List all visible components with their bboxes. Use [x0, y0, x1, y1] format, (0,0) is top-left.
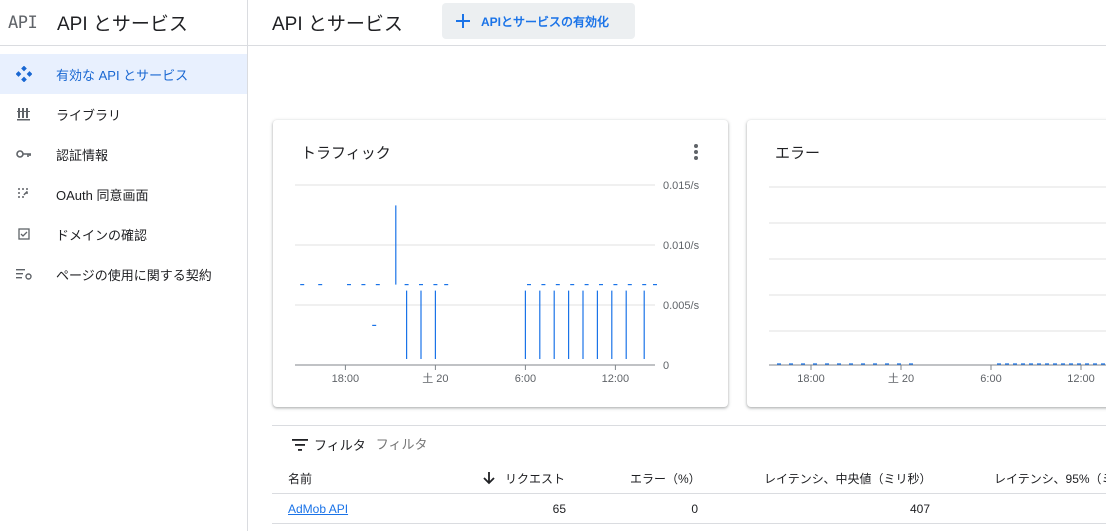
sidebar-item-label: ドメインの確認 — [56, 227, 148, 243]
sidebar-item-page-usage[interactable]: ページの使用に関する契約 — [0, 254, 247, 294]
x-tick-label: 6:00 — [980, 373, 1001, 385]
table-row: AdMob API 65 0 407 — [272, 494, 1106, 524]
x-tick-label: 18:00 — [797, 373, 825, 385]
y-tick-label: 0.010/s — [663, 240, 700, 252]
oauth-consent-icon — [0, 187, 48, 201]
x-tick-label: 12:00 — [602, 373, 630, 385]
requests-value: 65 — [552, 501, 566, 516]
filter-input[interactable] — [375, 437, 576, 452]
sidebar-item-oauth[interactable]: OAuth 同意画面 — [0, 174, 247, 214]
errors-card: エラー 18:00 土 20 6:00 12:00 — [747, 120, 1106, 407]
sidebar-title: API とサービス — [57, 14, 188, 35]
y-tick-label: 0.015/s — [663, 180, 700, 192]
api-logo: API — [8, 12, 38, 33]
x-tick-label: 18:00 — [332, 373, 360, 385]
filter-label[interactable]: フィルタ — [314, 435, 366, 454]
sidebar-item-label: ライブラリ — [56, 107, 122, 123]
api-diamond-icon — [0, 66, 48, 82]
key-icon — [0, 149, 48, 159]
enable-apis-button-label: APIとサービスの有効化 — [481, 14, 610, 29]
settings-list-icon — [0, 268, 48, 280]
api-table: 名前 リクエスト エラー（%） レイテンシ、中央値（ミリ秒） レイテンシ、95%… — [272, 463, 1106, 524]
sidebar-item-domain-verification[interactable]: ドメインの確認 — [0, 214, 247, 254]
errors-chart: 18:00 土 20 6:00 12:00 — [769, 186, 1106, 385]
table-header: 名前 リクエスト エラー（%） レイテンシ、中央値（ミリ秒） レイテンシ、95%… — [272, 463, 1106, 494]
sidebar-item-credentials[interactable]: 認証情報 — [0, 134, 247, 174]
sidebar-item-enabled-apis[interactable]: 有効な API とサービス — [0, 54, 247, 94]
sidebar: API API とサービス 有効な API とサービス ライブラリ 認証情報 O… — [0, 0, 248, 531]
y-tick-label: 0.005/s — [663, 300, 700, 312]
library-icon — [0, 107, 48, 121]
sidebar-item-label: ページの使用に関する契約 — [56, 267, 212, 283]
sidebar-nav: 有効な API とサービス ライブラリ 認証情報 OAuth 同意画面 ドメイン… — [0, 46, 247, 294]
plus-icon — [456, 11, 476, 31]
traffic-chart: 0 0.005/s 0.010/s 0.015/s 18:00 土 20 6:00 12:00 — [295, 180, 700, 385]
col-requests-label: リクエスト — [505, 471, 566, 486]
latency-median-value: 407 — [909, 501, 930, 516]
checkbox-icon — [0, 228, 48, 240]
sidebar-item-library[interactable]: ライブラリ — [0, 94, 247, 134]
col-latency-95[interactable]: レイテンシ、95%（ミ — [994, 463, 1106, 493]
sidebar-header: API API とサービス — [0, 0, 247, 46]
sidebar-item-label: 認証情報 — [56, 147, 109, 163]
col-latency-median[interactable]: レイテンシ、中央値（ミリ秒） — [764, 463, 932, 493]
enable-apis-button[interactable]: APIとサービスの有効化 — [442, 3, 635, 39]
y-tick-label: 0 — [663, 360, 669, 372]
arrow-down-icon — [483, 472, 495, 485]
main-content: API とサービス APIとサービスの有効化 トラフィック 0 0.005/s 0.… — [248, 0, 1106, 531]
x-tick-label: 12:00 — [1067, 373, 1095, 385]
sidebar-item-label: OAuth 同意画面 — [56, 187, 149, 203]
sidebar-item-label: 有効な API とサービス — [56, 67, 189, 83]
col-name[interactable]: 名前 — [288, 463, 312, 493]
col-requests[interactable]: リクエスト — [482, 463, 565, 493]
x-tick-label: 6:00 — [515, 373, 536, 385]
filter-bar: フィルタ — [272, 425, 1106, 463]
page-title: API とサービス — [272, 14, 403, 35]
filter-icon[interactable] — [292, 438, 308, 451]
traffic-card: トラフィック 0 0.005/s 0.010/s 0.015/s 18:00 土 20 6:… — [273, 120, 728, 407]
errors-value: 0 — [691, 501, 698, 516]
api-name-link[interactable]: AdMob API — [288, 494, 348, 523]
x-tick-label: 土 20 — [422, 372, 448, 385]
x-tick-label: 土 20 — [888, 372, 914, 385]
col-errors[interactable]: エラー（%） — [630, 463, 701, 493]
main-header: API とサービス — [248, 0, 1106, 46]
